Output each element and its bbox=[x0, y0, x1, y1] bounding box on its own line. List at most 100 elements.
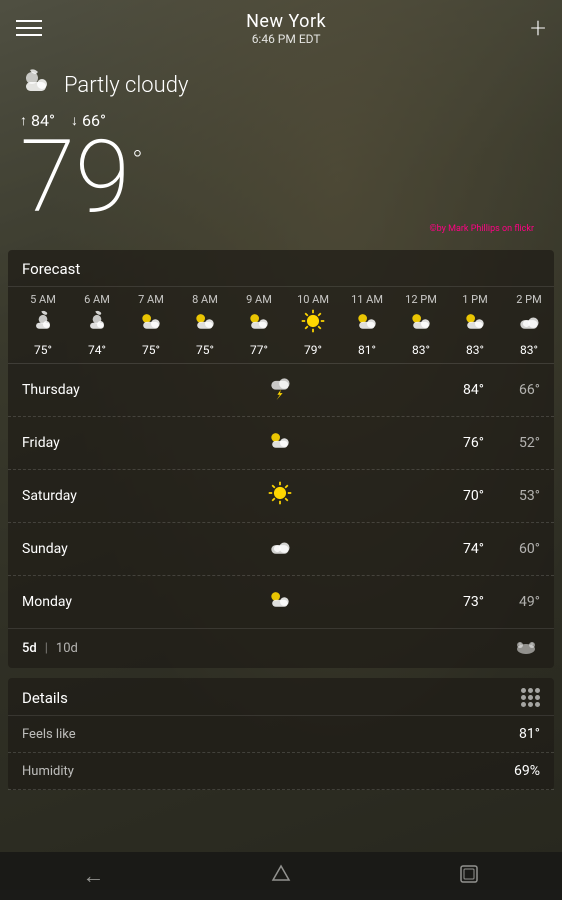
hourly-temp: 75° bbox=[196, 343, 214, 357]
hourly-item: 5 AM 75° bbox=[16, 293, 70, 357]
details-panel: Details Feels like 81° Humidity 69% bbox=[8, 678, 554, 790]
hourly-scroll[interactable]: 5 AM 75° 6 AM 74° 7 AM 75° 8 AM 75° 9 AM… bbox=[8, 287, 554, 364]
hourly-item: 9 AM 77° bbox=[232, 293, 286, 357]
hourly-icon bbox=[516, 308, 542, 341]
link-divider: | bbox=[45, 641, 48, 656]
hourly-icon bbox=[300, 308, 326, 341]
current-weather-section: Partly cloudy ↑ 84° ↓ 66° 79 ° ©by Mark … bbox=[0, 56, 562, 244]
hourly-time: 9 AM bbox=[246, 293, 272, 306]
current-temp-row: 79 ° bbox=[20, 128, 542, 228]
daily-high: 84° bbox=[448, 382, 484, 398]
details-grid-icon[interactable] bbox=[521, 688, 540, 707]
hourly-time: 11 AM bbox=[351, 293, 383, 306]
daily-icon bbox=[112, 533, 448, 565]
daily-row: Sunday 74° 60° bbox=[8, 523, 554, 576]
forecast-footer: 5d | 10d bbox=[8, 628, 554, 668]
hourly-item: 7 AM 75° bbox=[124, 293, 178, 357]
app-header: New York 6:46 PM EDT + bbox=[0, 0, 562, 56]
daily-high: 74° bbox=[448, 541, 484, 557]
details-header: Details bbox=[8, 678, 554, 716]
daily-icon bbox=[112, 427, 448, 459]
hourly-icon bbox=[354, 308, 380, 341]
hourly-item: 11 AM 81° bbox=[340, 293, 394, 357]
location-info: New York 6:46 PM EDT bbox=[246, 11, 326, 46]
hourly-item: 6 AM 74° bbox=[70, 293, 124, 357]
daily-day-name: Thursday bbox=[22, 382, 112, 398]
current-condition-icon bbox=[20, 64, 56, 107]
hourly-temp: 74° bbox=[88, 343, 106, 357]
daily-icon bbox=[112, 480, 448, 512]
daily-day-name: Saturday bbox=[22, 488, 112, 504]
daily-temps: 74° 60° bbox=[448, 541, 540, 557]
daily-low: 60° bbox=[504, 541, 540, 557]
hourly-temp: 77° bbox=[250, 343, 268, 357]
daily-temps: 76° 52° bbox=[448, 435, 540, 451]
hourly-icon bbox=[84, 308, 110, 341]
hourly-time: 12 PM bbox=[405, 293, 437, 306]
detail-value: 81° bbox=[519, 726, 540, 742]
hourly-time: 1 PM bbox=[462, 293, 487, 306]
detail-item: Humidity 69% bbox=[8, 753, 554, 790]
condition-row: Partly cloudy bbox=[20, 64, 542, 107]
daily-high: 73° bbox=[448, 594, 484, 610]
hourly-item: 1 PM 83° bbox=[448, 293, 502, 357]
daily-temps: 70° 53° bbox=[448, 488, 540, 504]
daily-row: Saturday 70° 53° bbox=[8, 470, 554, 523]
city-name: New York bbox=[246, 11, 326, 32]
hourly-row: 5 AM 75° 6 AM 74° 7 AM 75° 8 AM 75° 9 AM… bbox=[8, 287, 554, 364]
hourly-icon bbox=[138, 308, 164, 341]
hourly-temp: 83° bbox=[412, 343, 430, 357]
hourly-time: 10 AM bbox=[297, 293, 329, 306]
daily-day-name: Sunday bbox=[22, 541, 112, 557]
daily-low: 52° bbox=[504, 435, 540, 451]
daily-row: Monday 73° 49° bbox=[8, 576, 554, 628]
hourly-icon bbox=[246, 308, 272, 341]
hourly-temp: 75° bbox=[142, 343, 160, 357]
details-title: Details bbox=[22, 689, 68, 707]
menu-button[interactable] bbox=[16, 20, 42, 36]
daily-low: 66° bbox=[504, 382, 540, 398]
current-temperature: 79 bbox=[20, 128, 130, 228]
hourly-icon bbox=[30, 308, 56, 341]
hourly-icon bbox=[462, 308, 488, 341]
daily-day-name: Monday bbox=[22, 594, 112, 610]
daily-low: 53° bbox=[504, 488, 540, 504]
daily-icon bbox=[112, 586, 448, 618]
current-time: 6:46 PM EDT bbox=[246, 32, 326, 46]
detail-item: Feels like 81° bbox=[8, 716, 554, 753]
hourly-temp: 79° bbox=[304, 343, 322, 357]
forecast-period-links: 5d | 10d bbox=[22, 641, 78, 656]
5day-link[interactable]: 5d bbox=[22, 641, 37, 656]
hourly-time: 6 AM bbox=[84, 293, 110, 306]
daily-high: 76° bbox=[448, 435, 484, 451]
daily-temps: 84° 66° bbox=[448, 382, 540, 398]
hourly-item: 8 AM 75° bbox=[178, 293, 232, 357]
flickr-link[interactable]: flickr bbox=[514, 224, 534, 234]
detail-value: 69% bbox=[514, 763, 540, 779]
hourly-time: 5 AM bbox=[30, 293, 56, 306]
hourly-temp: 81° bbox=[358, 343, 376, 357]
forecast-title: Forecast bbox=[8, 250, 554, 287]
daily-day-name: Friday bbox=[22, 435, 112, 451]
hourly-time: 8 AM bbox=[192, 293, 218, 306]
daily-high: 70° bbox=[448, 488, 484, 504]
hourly-time: 2 PM bbox=[516, 293, 541, 306]
hourly-icon bbox=[408, 308, 434, 341]
hourly-temp: 83° bbox=[466, 343, 484, 357]
daily-forecast: Thursday 84° 66° Friday 76° 52° Saturday… bbox=[8, 364, 554, 628]
degree-symbol: ° bbox=[132, 144, 143, 177]
hourly-item: 2 PM 83° bbox=[502, 293, 554, 357]
hourly-item: 12 PM 83° bbox=[394, 293, 448, 357]
daily-row: Thursday 84° 66° bbox=[8, 364, 554, 417]
forecast-panel: Forecast 5 AM 75° 6 AM 74° 7 AM 75° 8 AM… bbox=[8, 250, 554, 668]
daily-icon bbox=[112, 374, 448, 406]
daily-temps: 73° 49° bbox=[448, 594, 540, 610]
hourly-temp: 75° bbox=[34, 343, 52, 357]
hourly-time: 7 AM bbox=[138, 293, 164, 306]
10day-link[interactable]: 10d bbox=[56, 641, 78, 656]
daily-row: Friday 76° 52° bbox=[8, 417, 554, 470]
daily-low: 49° bbox=[504, 594, 540, 610]
weather-source-icon bbox=[512, 637, 540, 660]
condition-label: Partly cloudy bbox=[64, 73, 188, 98]
add-location-button[interactable]: + bbox=[530, 14, 546, 42]
